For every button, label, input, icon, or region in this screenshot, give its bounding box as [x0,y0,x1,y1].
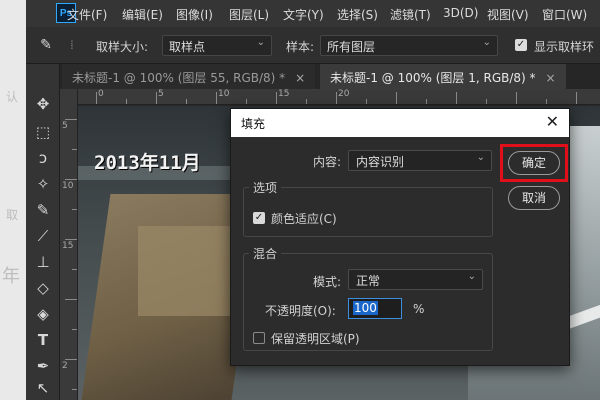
chevron-down-icon: ⌄ [467,271,476,282]
dialog-titlebar[interactable]: 填充 ✕ [231,109,569,137]
background-text: 取 [6,208,19,222]
content-label: 内容: [313,155,342,169]
color-adapt-label: 颜色适应(C) [271,212,337,226]
show-ring-checkbox[interactable]: ✓ [515,39,527,51]
cancel-button[interactable]: 取消 [508,186,560,210]
close-icon[interactable]: × [295,71,305,85]
paint-bucket-tool-icon[interactable]: ◈ [33,304,53,324]
mode-label: 模式: [313,275,342,289]
menu-select[interactable]: 选择(S) [337,6,378,23]
ok-button-highlight [500,144,568,182]
sample-label: 样本: [286,40,315,54]
menu-3d[interactable]: 3D(D) [443,6,478,20]
tab-document-layer55[interactable]: 未标题-1 @ 100% (图层 55, RGB/8) * × [62,64,316,89]
close-icon[interactable]: ✕ [546,112,559,131]
magic-wand-tool-icon[interactable]: ✧ [33,174,53,194]
menu-layer[interactable]: 图层(L) [229,6,269,23]
menu-file[interactable]: 文件(F) [67,6,107,23]
selection-arrow-icon[interactable]: ↖ [33,378,53,398]
menu-bar: Ps 文件(F) 编辑(E) 图像(I) 图层(L) 文字(Y) 选择(S) 滤… [26,0,600,27]
ruler-number: 20 [338,89,350,99]
opacity-label: 不透明度(O): [265,304,336,318]
background-text: 年 [2,266,20,287]
ruler-number: 2 [62,361,68,371]
preserve-transparency-label: 保留透明区域(P) [271,332,360,346]
blend-group-title: 混合 [249,245,282,262]
preserve-transparency-checkbox[interactable] [253,332,265,344]
tab-label: 未标题-1 @ 100% (图层 55, RGB/8) * [72,71,286,85]
move-tool-icon[interactable]: ✥ [33,94,53,114]
ruler-horizontal: 0 5 10 15 20 [78,89,600,105]
ruler-number: 15 [278,89,290,99]
menu-edit[interactable]: 编辑(E) [122,6,163,23]
eyedropper-icon[interactable]: ✎ [36,35,56,55]
menu-filter[interactable]: 滤镜(T) [390,6,431,23]
tab-label: 未标题-1 @ 100% (图层 1, RGB/8) * [330,71,536,85]
sample-size-select[interactable]: 取样点 ⌄ [162,35,272,56]
fill-dialog: 填充 ✕ 内容: 内容识别 ⌄ 选项 ✓ 颜色适应(C) 混合 模式: 正常 ⌄… [230,108,570,366]
type-tool-icon[interactable]: T [33,330,53,350]
content-value: 内容识别 [356,155,405,169]
ruler-number: 5 [158,89,164,99]
ruler-number: 15 [62,241,74,251]
opacity-unit: % [413,302,425,316]
ruler-vertical: 5 10 15 2 [60,89,78,400]
chevron-down-icon: ⌄ [482,37,491,48]
background-page-strip: 认 取 年 [0,0,26,400]
opacity-value: 100 [353,301,378,315]
stamp-tool-icon[interactable]: ⊥ [33,252,53,272]
color-adapt-checkbox[interactable]: ✓ [253,212,265,224]
photo-date-stamp: 2013年11月 [94,152,201,174]
menu-window[interactable]: 窗口(W) [542,6,587,23]
content-select[interactable]: 内容识别 ⌄ [348,150,492,171]
show-ring-label: 显示取样环 [534,40,595,54]
brush-tool-icon[interactable]: ⟋ [33,226,53,246]
sample-size-value: 取样点 [169,40,206,54]
document-tabs: 未标题-1 @ 100% (图层 55, RGB/8) * × 未标题-1 @ 1… [26,64,600,89]
sample-value: 所有图层 [327,40,376,54]
menu-view[interactable]: 视图(V) [487,6,529,23]
sample-size-label: 取样大小: [96,40,149,54]
dialog-title: 填充 [241,117,266,131]
ruler-number: 10 [218,89,230,99]
chevron-down-icon: ⌄ [256,37,265,48]
sample-select[interactable]: 所有图层 ⌄ [320,35,498,56]
background-text: 认 [6,90,19,104]
eraser-tool-icon[interactable]: ◇ [33,278,53,298]
options-group-title: 选项 [249,179,282,196]
chevron-down-icon: ⌄ [476,152,485,163]
tab-document-layer1[interactable]: 未标题-1 @ 100% (图层 1, RGB/8) * × [320,64,566,89]
ruler-number: 0 [98,89,104,99]
options-separator: ⁞ [70,38,74,52]
opacity-input[interactable]: 100 [348,298,402,319]
mode-value: 正常 [356,274,381,288]
lasso-tool-icon[interactable]: ↄ [33,148,53,168]
options-bar: ✎ ⁞ 取样大小: 取样点 ⌄ 样本: 所有图层 ⌄ ✓ 显示取样环 [26,27,600,64]
marquee-tool-icon[interactable]: ⬚ [33,122,53,142]
ruler-number: 5 [62,121,68,131]
ruler-number: 10 [62,181,74,191]
menu-image[interactable]: 图像(I) [176,6,213,23]
mode-select[interactable]: 正常 ⌄ [348,269,483,290]
close-icon[interactable]: × [546,71,556,85]
pen-tool-icon[interactable]: ✒ [33,356,53,376]
eyedropper-tool-icon[interactable]: ✎ [33,200,53,220]
menu-type[interactable]: 文字(Y) [283,6,324,23]
tools-panel: ✥ ⬚ ↄ ✧ ✎ ⟋ ⊥ ◇ ◈ T ✒ ↖ [26,64,60,400]
